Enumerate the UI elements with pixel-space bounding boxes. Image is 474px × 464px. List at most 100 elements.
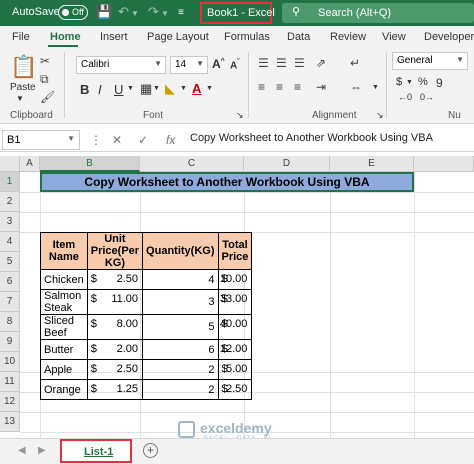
italic-icon[interactable]: I	[98, 82, 102, 97]
font-size-select[interactable]: 14 ▼	[170, 56, 208, 74]
row-header-10[interactable]: 10	[0, 352, 20, 372]
column-header-d[interactable]: D	[244, 156, 330, 172]
tab-view[interactable]: View	[382, 31, 406, 43]
cell-item[interactable]: Orange	[40, 379, 88, 400]
select-all-corner[interactable]	[0, 156, 20, 172]
tab-formulas[interactable]: Formulas	[224, 31, 270, 43]
cell-total[interactable]: $2.50	[217, 379, 253, 400]
cell-unit-price[interactable]: $2.50	[86, 359, 144, 380]
prev-sheet-icon[interactable]: ◀	[18, 445, 26, 456]
borders-dropdown-icon[interactable]: ▼	[153, 85, 160, 92]
merge-center-icon[interactable]: ⇔	[350, 80, 362, 94]
more-options-icon[interactable]: ⋮	[90, 133, 102, 147]
cell-item[interactable]: Apple	[40, 359, 88, 380]
increase-decimal-icon[interactable]: ←0	[398, 92, 412, 102]
decrease-font-icon[interactable]: Aˇ	[230, 59, 240, 71]
cell-item[interactable]: Sliced Beef	[40, 314, 88, 340]
add-sheet-button[interactable]: +	[143, 443, 158, 458]
row-header-1[interactable]: 1	[0, 172, 20, 192]
tab-developer[interactable]: Developer	[424, 31, 474, 43]
row-header-11[interactable]: 11	[0, 372, 20, 392]
row-header-4[interactable]: 4	[0, 232, 20, 252]
underline-icon[interactable]: U	[114, 82, 123, 97]
currency-format-icon[interactable]: $	[396, 76, 402, 88]
cell-unit-price[interactable]: $1.25	[86, 379, 144, 400]
align-center-icon[interactable]: ≡	[276, 80, 283, 94]
header-quantity[interactable]: Quantity(KG)	[142, 232, 219, 270]
orientation-icon[interactable]: ⇗	[316, 56, 326, 70]
cell-unit-price[interactable]: $11.00	[86, 289, 144, 315]
redo-icon[interactable]: ↷	[148, 4, 159, 20]
align-right-icon[interactable]: ≡	[294, 80, 301, 94]
tab-review[interactable]: Review	[330, 31, 366, 43]
tab-page-layout[interactable]: Page Layout	[147, 31, 209, 43]
cell-unit-price[interactable]: $2.00	[86, 339, 144, 360]
column-header-a[interactable]: A	[20, 156, 40, 172]
borders-icon[interactable]: ▦	[140, 81, 152, 97]
column-header-e[interactable]: E	[330, 156, 414, 172]
formula-input[interactable]: Copy Worksheet to Another Workbook Using…	[190, 132, 433, 144]
tab-data[interactable]: Data	[287, 31, 310, 43]
sheet-tab-list-1[interactable]: List-1	[60, 439, 132, 463]
row-header-5[interactable]: 5	[0, 252, 20, 272]
fill-color-dropdown-icon[interactable]: ▼	[180, 85, 187, 92]
cell-unit-price[interactable]: $8.00	[86, 314, 144, 340]
font-color-dropdown-icon[interactable]: ▼	[206, 85, 213, 92]
cell-item[interactable]: Salmon Steak	[40, 289, 88, 315]
customize-toolbar-icon[interactable]: ≡	[178, 7, 184, 18]
row-header-12[interactable]: 12	[0, 392, 20, 412]
cell-total[interactable]: $10.00	[217, 269, 253, 290]
cell-quantity[interactable]: 2	[142, 359, 219, 380]
column-header-b[interactable]: B	[40, 156, 140, 172]
cell-quantity[interactable]: 6	[142, 339, 219, 360]
cell-quantity[interactable]: 4	[142, 269, 219, 290]
cell-item[interactable]: Chicken	[40, 269, 88, 290]
copy-icon[interactable]: ⧉	[40, 72, 49, 87]
row-header-13[interactable]: 13	[0, 412, 20, 432]
bold-icon[interactable]: B	[80, 82, 89, 97]
number-format-select[interactable]: General ▼	[392, 52, 468, 70]
font-color-icon[interactable]: A	[192, 81, 201, 96]
cell-quantity[interactable]: 3	[142, 289, 219, 315]
search-box[interactable]: ⚲ Search (Alt+Q)	[282, 3, 474, 23]
paste-icon[interactable]: 📋	[10, 54, 37, 80]
align-middle-icon[interactable]: ☰	[276, 56, 287, 70]
tab-insert[interactable]: Insert	[100, 31, 128, 43]
currency-dropdown-icon[interactable]: ▼	[406, 79, 413, 86]
fill-color-icon[interactable]: ◣	[165, 81, 175, 97]
header-item-name[interactable]: Item Name	[40, 232, 88, 270]
cell-quantity[interactable]: 5	[142, 314, 219, 340]
font-name-select[interactable]: Calibri ▼	[76, 56, 166, 74]
enter-icon[interactable]: ✓	[138, 133, 148, 147]
align-left-icon[interactable]: ≡	[258, 80, 265, 94]
paste-dropdown-icon[interactable]: ▼	[16, 94, 24, 103]
indent-icon[interactable]: ⇥	[316, 80, 326, 94]
cell-item[interactable]: Butter	[40, 339, 88, 360]
alignment-dialog-launcher-icon[interactable]: ↘	[376, 110, 384, 121]
cut-icon[interactable]: ✂	[40, 54, 50, 68]
row-header-6[interactable]: 6	[0, 272, 20, 292]
underline-dropdown-icon[interactable]: ▼	[127, 85, 134, 92]
column-header-c[interactable]: C	[140, 156, 244, 172]
cell-total[interactable]: $40.00	[217, 314, 253, 340]
decrease-decimal-icon[interactable]: 0→	[420, 92, 434, 102]
cell-total[interactable]: $5.00	[217, 359, 253, 380]
save-icon[interactable]: 💾	[96, 4, 112, 20]
merge-dropdown-icon[interactable]: ▼	[372, 84, 379, 91]
row-header-3[interactable]: 3	[0, 212, 20, 232]
cell-total[interactable]: $12.00	[217, 339, 253, 360]
increase-font-icon[interactable]: A^	[212, 57, 225, 71]
autosave-toggle[interactable]: Off	[58, 5, 88, 20]
row-header-2[interactable]: 2	[0, 192, 20, 212]
redo-dropdown-icon[interactable]: ▼	[161, 9, 169, 18]
align-bottom-icon[interactable]: ☰	[294, 56, 305, 70]
cell-total[interactable]: $33.00	[217, 289, 253, 315]
percent-icon[interactable]: %	[418, 76, 428, 88]
comma-style-icon[interactable]: 9	[436, 76, 443, 90]
tab-home[interactable]: Home	[50, 31, 81, 43]
insert-function-icon[interactable]: fx	[166, 133, 175, 147]
header-unit-price[interactable]: Unit Price(Per KG)	[86, 232, 144, 270]
tab-file[interactable]: File	[12, 31, 30, 43]
align-top-icon[interactable]: ☰	[258, 56, 269, 70]
header-total-price[interactable]: Total Price	[217, 232, 253, 270]
